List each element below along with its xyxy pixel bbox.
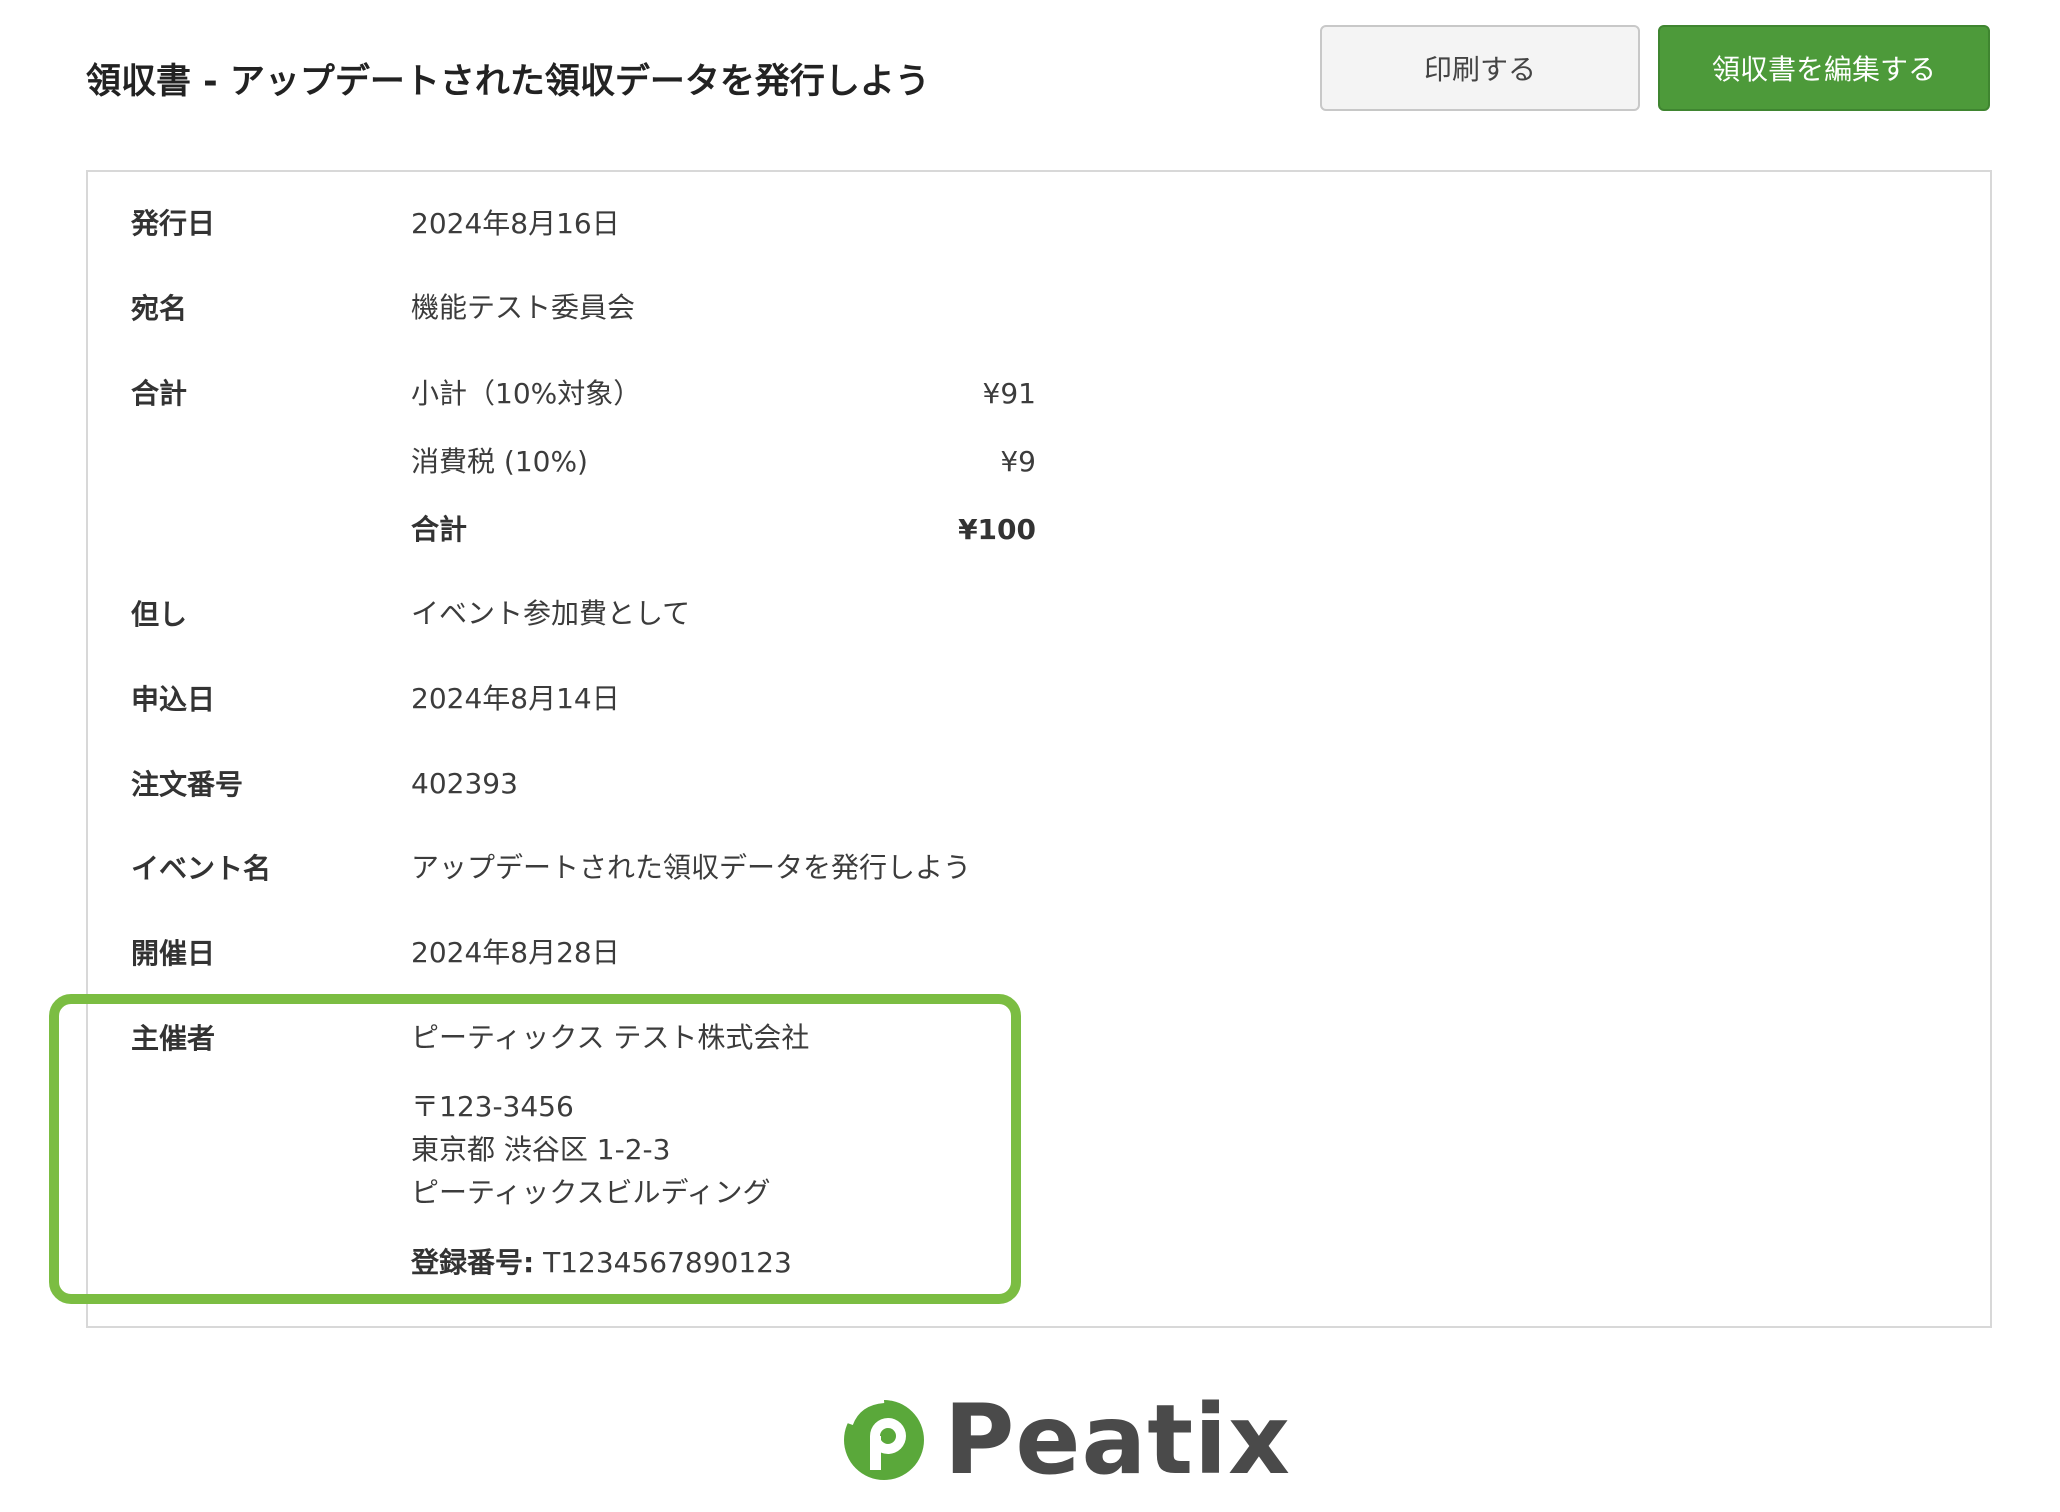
event-name-value: アップデートされた領収データを発行しよう xyxy=(411,851,972,884)
page-title: 領収書 - アップデートされた領収データを発行しよう xyxy=(86,62,930,102)
grand-total-label: 合計 xyxy=(411,513,468,546)
application-date-value: 2024年8月14日 xyxy=(411,682,620,715)
order-number-value: 402393 xyxy=(411,767,518,800)
recipient-label: 宛名 xyxy=(131,292,188,325)
tax-label: 消費税 (10%) xyxy=(411,445,588,478)
subtotal-label: 小計（10%対象） xyxy=(411,377,642,410)
total-label: 合計 xyxy=(131,377,188,410)
note-label: 但し xyxy=(131,598,188,631)
issue-date-label: 発行日 xyxy=(131,207,216,240)
event-date-label: 開催日 xyxy=(131,937,216,970)
recipient-value: 機能テスト委員会 xyxy=(411,291,636,324)
print-button[interactable]: 印刷する xyxy=(1320,25,1640,111)
issue-date-value: 2024年8月16日 xyxy=(411,207,620,240)
grand-total-value: ¥100 xyxy=(958,513,1036,546)
peatix-logo: Peatix xyxy=(838,1390,1291,1490)
application-date-label: 申込日 xyxy=(131,683,216,716)
order-number-label: 注文番号 xyxy=(131,768,244,801)
organizer-highlight-frame xyxy=(49,994,1021,1304)
event-date-value: 2024年8月28日 xyxy=(411,936,620,969)
subtotal-value: ¥91 xyxy=(982,377,1036,410)
event-name-label: イベント名 xyxy=(131,852,272,885)
note-value: イベント参加費として xyxy=(411,597,691,630)
edit-receipt-button[interactable]: 領収書を編集する xyxy=(1658,25,1990,111)
logo-text: Peatix xyxy=(944,1384,1291,1496)
peatix-logo-icon xyxy=(844,1397,924,1480)
tax-value: ¥9 xyxy=(1000,445,1036,478)
